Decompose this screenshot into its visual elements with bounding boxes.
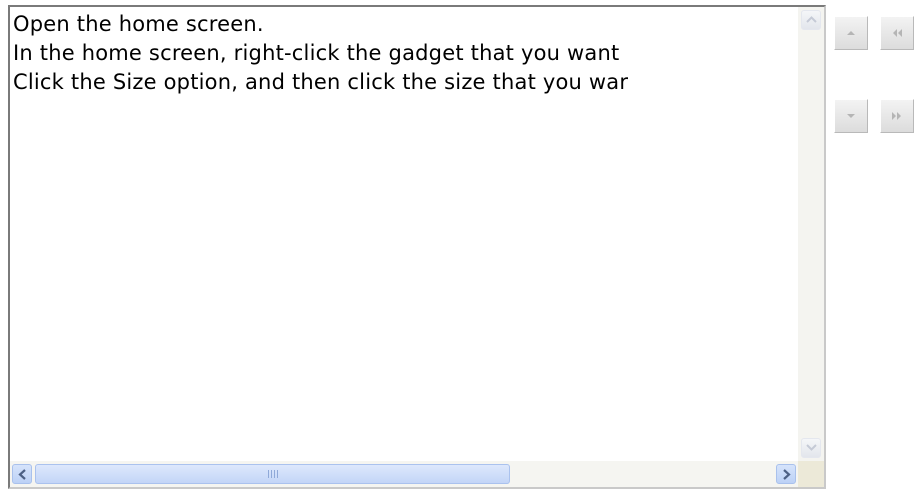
scroll-left-button[interactable] [12,464,32,484]
arrow-left-icon [18,469,26,480]
move-up-button[interactable] [834,16,868,50]
answer-area: Open the home screen. In the home screen… [0,0,916,495]
scroll-right-button[interactable] [776,464,796,484]
scroll-down-button[interactable] [801,438,821,458]
horizontal-scroll-thumb[interactable] [35,464,510,484]
triangle-down-icon [847,114,855,118]
arrow-up-icon [806,16,817,23]
double-chevron-right-icon [892,112,901,120]
list-item[interactable]: Open the home screen. [13,10,793,39]
move-down-button[interactable] [834,99,868,133]
triangle-up-icon [847,31,855,35]
arrow-down-icon [806,444,817,451]
move-top-button[interactable] [880,16,914,50]
steps-listbox[interactable]: Open the home screen. In the home screen… [8,5,826,489]
horizontal-scrollbar[interactable] [10,461,798,487]
arrow-right-icon [783,469,791,480]
scrollbar-corner [798,461,824,487]
vertical-scrollbar[interactable] [798,7,824,461]
double-chevron-left-icon [893,29,902,37]
steps-list: Open the home screen. In the home screen… [13,10,793,460]
list-item[interactable]: In the home screen, right-click the gadg… [13,39,793,68]
list-item[interactable]: Click the Size option, and then click th… [13,68,793,97]
move-bottom-button[interactable] [880,99,914,133]
scroll-up-button[interactable] [801,10,821,30]
grip-icon [268,470,278,478]
